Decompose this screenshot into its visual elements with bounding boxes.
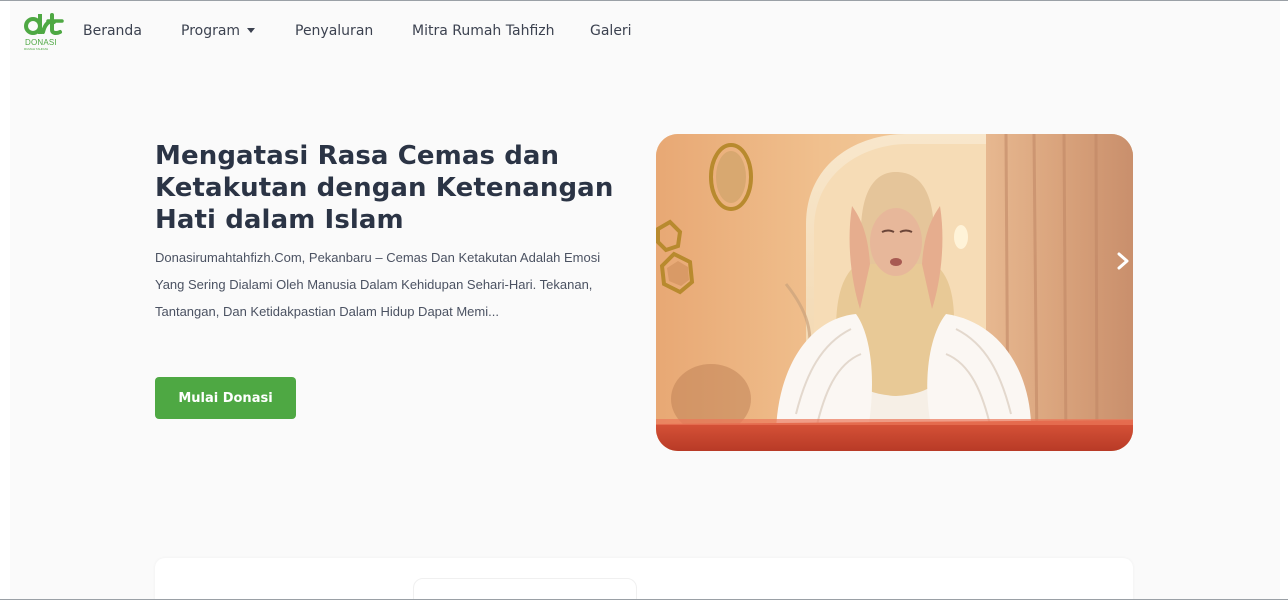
scrollbar-track[interactable] [1280, 1, 1288, 599]
nav-item-penyaluran[interactable]: Penyaluran [295, 23, 373, 39]
hero-image[interactable] [656, 134, 1133, 451]
page: DONASI RUMAH TAHFIZH Beranda Program Pen… [10, 1, 1280, 599]
nav-item-label: Beranda [83, 23, 142, 39]
chevron-right-icon[interactable] [1114, 251, 1132, 271]
article-photo [656, 134, 1133, 451]
nav-item-mitra-rumah-tahfizh[interactable]: Mitra Rumah Tahfizh [412, 23, 554, 39]
nav-item-label: Galeri [590, 23, 632, 39]
hero-excerpt: Donasirumahtahfizh.Com, Pekanbaru – Cema… [155, 250, 601, 319]
start-donation-button[interactable]: Mulai Donasi [155, 377, 296, 419]
logo-wordmark: DONASI [25, 38, 57, 47]
content-card-inner [413, 578, 637, 599]
content-card [155, 558, 1133, 599]
nav-item-program-dropdown[interactable]: Program [181, 23, 256, 39]
nav-item-galeri[interactable]: Galeri [590, 23, 632, 39]
logo-subtitle: RUMAH TAHFIZH [24, 47, 49, 51]
nav-item-label: Mitra Rumah Tahfizh [412, 23, 555, 39]
nav-item-beranda[interactable]: Beranda [83, 23, 142, 39]
nav-item-label: Penyaluran [295, 23, 374, 39]
caret-down-icon [247, 28, 256, 33]
hero-title[interactable]: Mengatasi Rasa Cemas dan Ketakutan denga… [155, 140, 625, 236]
logo-mark-icon [24, 13, 64, 36]
nav-item-label: Program [181, 23, 241, 39]
site-logo[interactable]: DONASI RUMAH TAHFIZH [23, 10, 65, 52]
